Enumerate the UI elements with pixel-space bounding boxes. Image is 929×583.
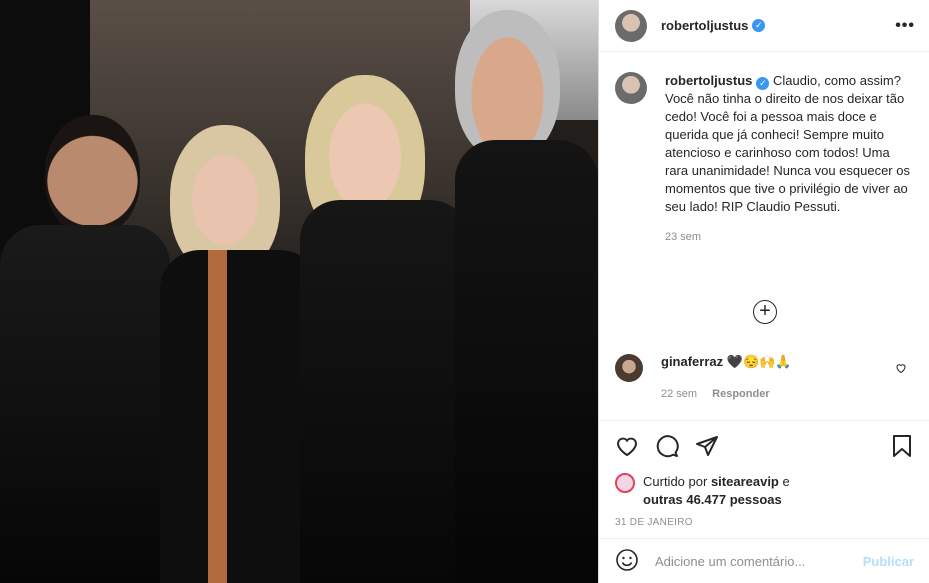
comment-input[interactable] [655,553,863,569]
likes-text: Curtido por sitеareavip e outras 46.477 … [643,473,790,509]
comment-body: ginaferraz 🖤😔🙌🙏 22 sem Responder [661,354,792,400]
caption-body: robertoljustus ✓ Claudio, como assim? Voc… [665,72,910,246]
caption: robertoljustus ✓ Claudio, como assim? Voc… [615,72,914,246]
verified-icon: ✓ [756,77,770,90]
liker-username[interactable]: sitеareavip [711,474,779,489]
caption-text: Claudio, como assim? Você não tinha o di… [665,73,910,214]
likes-prefix: Curtido por [643,474,708,489]
author-username[interactable]: robertoljustus [661,18,748,33]
comment-meta: 22 sem Responder [661,388,792,400]
publish-button[interactable]: Publicar [863,554,914,569]
comment-text: 🖤😔🙌🙏 [726,354,792,369]
liker-avatar[interactable] [615,473,635,493]
more-dots-icon[interactable]: ••• [895,17,915,35]
commenter-username[interactable]: ginaferraz [661,354,723,369]
comment-like-heart-icon[interactable] [895,362,907,377]
commenter-avatar[interactable] [615,354,643,382]
caption-time[interactable]: 23 sem [665,228,910,246]
comment-item: ginaferraz 🖤😔🙌🙏 22 sem Responder [615,354,915,400]
caption-avatar[interactable] [615,72,647,104]
save-bookmark-icon[interactable] [890,434,914,461]
likes-summary: Curtido por sitеareavip e outras 46.477 … [615,473,914,509]
post-photo[interactable] [0,0,598,583]
add-comment-bar: Publicar [599,538,929,583]
likes-middle: e [782,474,790,489]
verified-icon: ✓ [752,19,766,32]
emoji-smiley-icon[interactable] [615,548,639,575]
post-date[interactable]: 31 DE JANEIRO [615,517,914,528]
action-icons [615,433,914,461]
comment-time[interactable]: 22 sem [661,388,697,400]
comment-bubble-icon[interactable] [655,434,679,461]
likes-count[interactable]: outras 46.477 pessoas [643,492,782,507]
like-heart-icon[interactable] [615,434,639,461]
author-avatar[interactable] [615,9,647,42]
load-more-comments-icon[interactable]: + [753,300,777,324]
post-actions: Curtido por sitеareavip e outras 46.477 … [599,420,929,528]
reply-button[interactable]: Responder [712,388,769,400]
share-paper-plane-icon[interactable] [695,434,719,461]
post-header: robertoljustus ✓ ••• [599,0,929,52]
post-side-panel: robertoljustus ✓ ••• robertoljustus ✓ Cla… [598,0,929,583]
caption-username[interactable]: robertoljustus [665,73,752,88]
comments-section: robertoljustus ✓ Claudio, como assim? Voc… [599,72,929,422]
